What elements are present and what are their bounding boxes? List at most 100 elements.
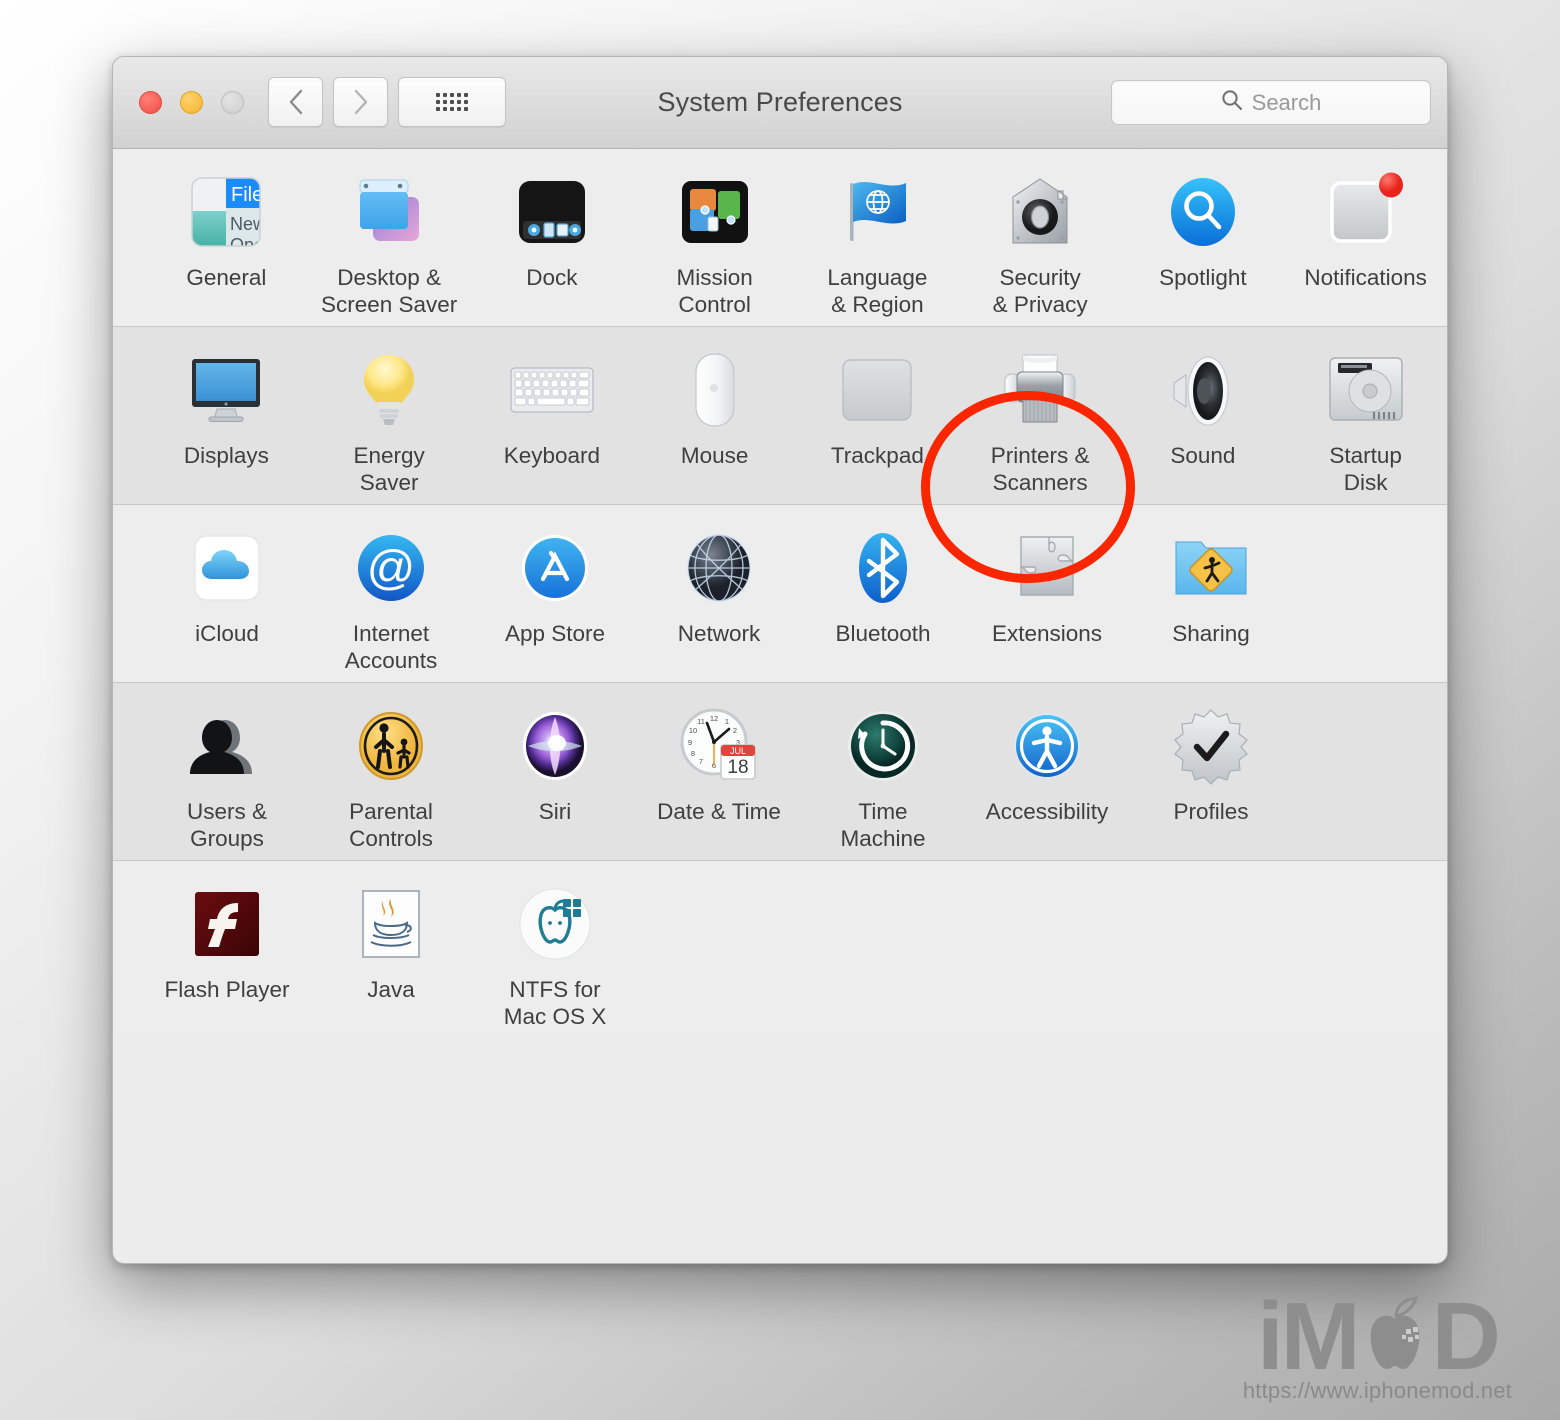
accessibility-icon <box>1008 707 1086 785</box>
pane-label: Desktop & Screen Saver <box>320 265 458 317</box>
pane-keyboard[interactable]: Keyboard <box>471 349 634 469</box>
pane-label: Siri <box>538 799 572 824</box>
pane-trackpad[interactable]: Trackpad <box>796 349 959 469</box>
app-store-icon <box>516 529 594 607</box>
svg-text:2: 2 <box>733 726 737 735</box>
pane-flash-player[interactable]: Flash Player <box>145 883 309 1003</box>
users-groups-icon <box>188 707 266 785</box>
pane-startup-disk[interactable]: Startup Disk <box>1284 349 1447 496</box>
pane-extensions[interactable]: Extensions <box>965 527 1129 647</box>
bluetooth-icon <box>844 529 922 607</box>
pane-parental-controls[interactable]: Parental Controls <box>309 705 473 852</box>
pane-security-privacy[interactable]: Security & Privacy <box>959 171 1122 318</box>
pane-label: Accessibility <box>985 799 1109 824</box>
startup-disk-icon <box>1327 351 1405 429</box>
date-time-icon: 1212 345 678 91011 JUL 18 <box>680 707 758 785</box>
calendar-month: JUL <box>730 746 746 756</box>
desktop-saver-icon <box>350 173 428 251</box>
pane-label: Energy Saver <box>353 443 425 495</box>
pane-label: Trackpad <box>830 443 924 468</box>
pane-users-groups[interactable]: Users & Groups <box>145 705 309 852</box>
pane-app-store[interactable]: App Store <box>473 527 637 647</box>
pane-row-3: iCloud @ Internet Accounts App Store Net… <box>113 505 1447 683</box>
pane-ntfs-for-mac[interactable]: NTFS for Mac OS X <box>473 883 637 1030</box>
pane-printers-scanners[interactable]: Printers & Scanners <box>959 349 1122 496</box>
pane-notifications[interactable]: Notifications <box>1284 171 1447 291</box>
sharing-icon <box>1172 529 1250 607</box>
siri-icon <box>516 707 594 785</box>
pane-time-machine[interactable]: Time Machine <box>801 705 965 852</box>
svg-text:1: 1 <box>725 717 729 726</box>
apple-logo-icon <box>1358 1296 1432 1375</box>
pane-label: Parental Controls <box>349 799 433 851</box>
search-field[interactable]: Search <box>1111 80 1431 125</box>
pane-label: NTFS for Mac OS X <box>503 977 607 1029</box>
pane-label: Notifications <box>1304 265 1427 290</box>
pane-label: Flash Player <box>164 977 290 1002</box>
trackpad-icon <box>838 351 916 429</box>
pane-label: Bluetooth <box>835 621 931 646</box>
pane-mission-control[interactable]: Mission Control <box>633 171 796 318</box>
pane-label: Startup Disk <box>1329 443 1402 495</box>
pane-label: Date & Time <box>657 799 781 824</box>
java-icon <box>352 885 430 963</box>
pane-row-4: Users & Groups Parental Controls Siri 12… <box>113 683 1447 861</box>
security-privacy-icon <box>1001 173 1079 251</box>
profiles-icon <box>1172 707 1250 785</box>
pane-label: Displays <box>183 443 269 468</box>
pane-displays[interactable]: Displays <box>145 349 308 469</box>
svg-text:12: 12 <box>710 714 718 723</box>
pane-sound[interactable]: Sound <box>1122 349 1285 469</box>
pane-general[interactable]: File New Open General <box>145 171 308 291</box>
svg-text:10: 10 <box>689 726 697 735</box>
pane-language-region[interactable]: Language & Region <box>796 171 959 318</box>
pane-date-time[interactable]: 1212 345 678 91011 JUL 18 <box>637 705 801 825</box>
pane-energy-saver[interactable]: Energy Saver <box>308 349 471 496</box>
pane-label: Profiles <box>1173 799 1249 824</box>
pane-label: Sharing <box>1172 621 1250 646</box>
svg-text:New: New <box>230 214 267 234</box>
svg-text:7: 7 <box>699 757 703 766</box>
system-preferences-window: System Preferences Search File New Open … <box>112 56 1448 1264</box>
general-icon: File New Open <box>187 173 265 251</box>
pane-label: Keyboard <box>503 443 601 468</box>
watermark: iM D https://www.iphonemod.net <box>1242 1282 1512 1404</box>
pane-internet-accounts[interactable]: @ Internet Accounts <box>309 527 473 674</box>
pane-row-5: Flash Player Java NTFS for Mac OS X <box>113 861 1447 1038</box>
pane-label: Time Machine <box>840 799 926 851</box>
pane-spotlight[interactable]: Spotlight <box>1122 171 1285 291</box>
pane-bluetooth[interactable]: Bluetooth <box>801 527 965 647</box>
pane-mouse[interactable]: Mouse <box>633 349 796 469</box>
pane-profiles[interactable]: Profiles <box>1129 705 1293 825</box>
language-region-icon <box>838 173 916 251</box>
pane-label: Network <box>677 621 761 646</box>
pane-java[interactable]: Java <box>309 883 473 1003</box>
watermark-url: https://www.iphonemod.net <box>1242 1378 1512 1403</box>
pane-dock[interactable]: Dock <box>471 171 634 291</box>
pane-sharing[interactable]: Sharing <box>1129 527 1293 647</box>
svg-text:11: 11 <box>697 717 705 726</box>
extensions-icon <box>1008 529 1086 607</box>
pane-label: Users & Groups <box>186 799 267 851</box>
pane-siri[interactable]: Siri <box>473 705 637 825</box>
svg-text:@: @ <box>367 542 416 595</box>
pane-network[interactable]: Network <box>637 527 801 647</box>
pane-accessibility[interactable]: Accessibility <box>965 705 1129 825</box>
spotlight-icon <box>1164 173 1242 251</box>
pane-icloud[interactable]: iCloud <box>145 527 309 647</box>
notifications-icon <box>1327 172 1405 251</box>
pane-label: Dock <box>526 265 578 290</box>
pane-row-2: Displays Energy Saver Keyboard Mouse Tra… <box>113 327 1447 505</box>
parental-controls-icon <box>352 707 430 785</box>
watermark-logo: iM D <box>1243 1282 1512 1390</box>
ntfs-mac-icon <box>516 885 594 963</box>
pane-desktop-screen-saver[interactable]: Desktop & Screen Saver <box>308 171 471 318</box>
pane-label: Internet Accounts <box>344 621 438 673</box>
search-placeholder: Search <box>1251 89 1322 115</box>
watermark-logo-left: iM <box>1256 1282 1361 1390</box>
sound-icon <box>1164 351 1242 429</box>
pane-label: Spotlight <box>1159 265 1247 290</box>
pane-row-1: File New Open General Desktop & Screen S… <box>113 149 1447 327</box>
svg-text:8: 8 <box>691 749 695 758</box>
displays-icon <box>187 351 265 429</box>
